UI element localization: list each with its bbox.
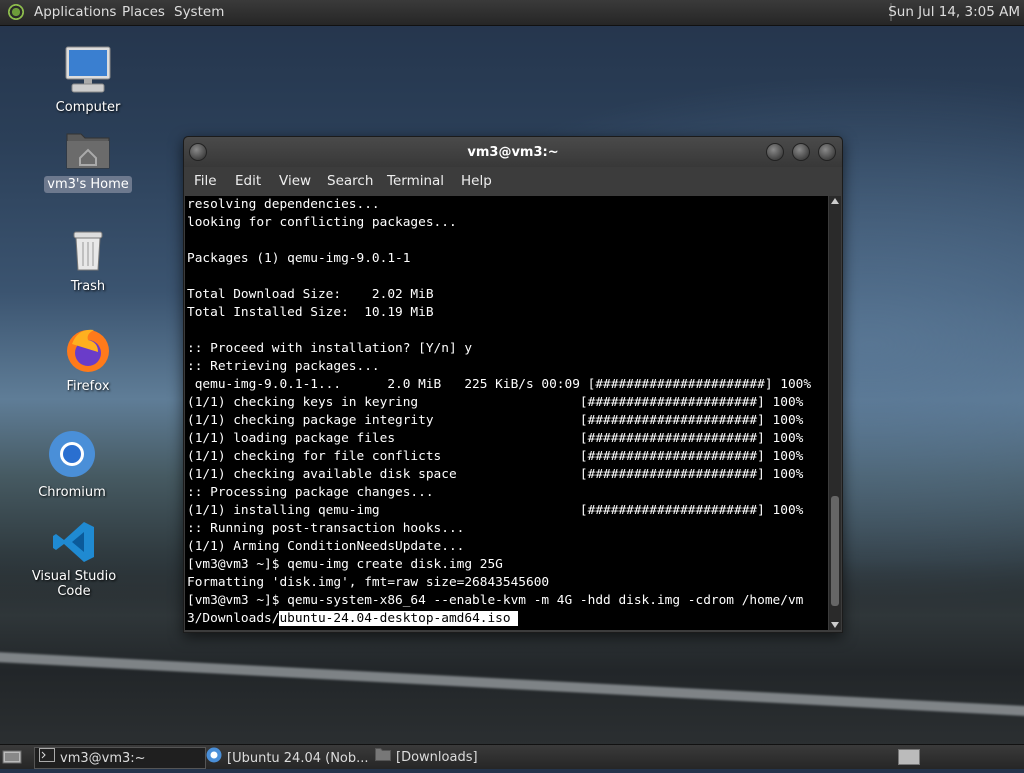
desktop-icon-home[interactable]: vm3's Home <box>28 128 148 193</box>
terminal-line: (1/1) checking available disk space [###… <box>187 467 804 482</box>
terminal-line: [vm3@vm3 ~]$ qemu-system-x86_64 --enable… <box>187 593 804 608</box>
terminal-line: (1/1) checking for file conflicts [#####… <box>187 449 804 464</box>
desktop-icon-label: Trash <box>70 279 106 294</box>
vscode-icon <box>52 520 96 564</box>
terminal-titlebar[interactable]: vm3@vm3:~ <box>184 137 842 167</box>
desktop-icon-firefox[interactable]: Firefox <box>28 326 148 395</box>
menu-terminal[interactable]: Terminal <box>387 173 444 189</box>
taskbar-item-label: vm3@vm3:~ <box>60 751 146 766</box>
path-prefix: 3/Downloads/ <box>187 611 280 626</box>
terminal-line: Packages (1) qemu-img-9.0.1-1 <box>187 251 411 266</box>
selected-text[interactable]: ubuntu-24.04-desktop-amd64.iso <box>279 611 511 626</box>
taskbar-item-chromium[interactable]: [Ubuntu 24.04 (Nob... <box>206 747 372 767</box>
terminal-menubar: File Edit View Search Terminal Help <box>184 167 842 196</box>
show-desktop-button[interactable] <box>2 747 24 767</box>
terminal-line: (1/1) installing qemu-img [#############… <box>187 503 804 518</box>
terminal-line: (1/1) Arming ConditionNeedsUpdate... <box>187 539 465 554</box>
menu-view[interactable]: View <box>279 173 311 189</box>
taskbar-item-label: [Ubuntu 24.04 (Nob... <box>227 751 369 766</box>
terminal-line: (1/1) checking keys in keyring [########… <box>187 395 804 410</box>
desktop-icon-label: Visual Studio Code <box>31 569 117 599</box>
workspace-icon <box>898 749 920 765</box>
places-menu[interactable]: Places <box>122 4 165 20</box>
terminal-icon <box>39 748 55 769</box>
terminal-line: (1/1) checking package integrity [######… <box>187 413 804 428</box>
desktop-icon-label: Firefox <box>66 379 110 394</box>
terminal-line: resolving dependencies... <box>187 197 380 212</box>
maximize-button[interactable] <box>792 143 810 161</box>
applications-menu[interactable]: Applications <box>34 4 116 20</box>
terminal-line: Formatting 'disk.img', fmt=raw size=2684… <box>187 575 550 590</box>
chromium-icon <box>48 430 96 480</box>
terminal-line: 3/Downloads/ubuntu-24.04-desktop-amd64.i… <box>185 610 828 628</box>
scroll-up-icon[interactable] <box>831 198 839 204</box>
minimize-button[interactable] <box>766 143 784 161</box>
computer-icon <box>64 45 112 95</box>
desktop-icon-trash[interactable]: Trash <box>28 228 148 295</box>
home-folder-icon <box>64 128 112 172</box>
clock[interactable]: Sun Jul 14, 3:05 AM <box>888 4 1020 20</box>
desktop-icon-label: Computer <box>55 100 121 115</box>
terminal-line: qemu-img-9.0.1-1... 2.0 MiB 225 KiB/s 00… <box>187 377 812 392</box>
top-panel: Applications Places System Sun Jul 14, 3… <box>0 0 1024 26</box>
menu-search[interactable]: Search <box>327 173 373 189</box>
scroll-down-icon[interactable] <box>831 622 839 628</box>
terminal-line: Total Download Size: 2.02 MiB <box>187 287 434 302</box>
close-button[interactable] <box>818 143 836 161</box>
terminal-line: looking for conflicting packages... <box>187 215 457 230</box>
terminal-output[interactable]: resolving dependencies... looking for con… <box>185 196 828 630</box>
folder-icon <box>375 747 391 768</box>
menu-edit[interactable]: Edit <box>235 173 261 189</box>
terminal-window[interactable]: vm3@vm3:~ File Edit View Search Terminal… <box>183 136 843 633</box>
distro-logo-icon[interactable] <box>8 4 24 20</box>
menu-help[interactable]: Help <box>461 173 492 189</box>
trash-icon <box>68 228 108 274</box>
menu-file[interactable]: File <box>194 173 217 189</box>
terminal-line: :: Retrieving packages... <box>187 359 380 374</box>
terminal-line: :: Proceed with installation? [Y/n] y <box>187 341 473 356</box>
desktop-icon-label: Chromium <box>38 485 106 500</box>
show-desktop-icon <box>2 750 22 764</box>
terminal-line: [vm3@vm3 ~]$ qemu-img create disk.img 25… <box>187 557 503 572</box>
taskbar-item-downloads[interactable]: [Downloads] <box>375 747 545 767</box>
desktop-icon-label: vm3's Home <box>44 176 132 193</box>
scrollbar-thumb[interactable] <box>831 496 839 606</box>
terminal-line: (1/1) loading package files [###########… <box>187 431 804 446</box>
terminal-line: :: Processing package changes... <box>187 485 434 500</box>
taskbar-item-terminal[interactable]: vm3@vm3:~ <box>34 747 206 769</box>
chromium-icon <box>206 747 222 770</box>
terminal-line: :: Running post-transaction hooks... <box>187 521 465 536</box>
firefox-icon <box>64 326 112 374</box>
desktop-icon-vscode[interactable]: Visual Studio Code <box>14 520 134 600</box>
taskbar-item-label: [Downloads] <box>396 750 478 765</box>
window-title: vm3@vm3:~ <box>467 145 559 160</box>
system-menu[interactable]: System <box>174 4 224 20</box>
terminal-scrollbar[interactable] <box>829 196 841 630</box>
bottom-panel: vm3@vm3:~ [Ubuntu 24.04 (Nob... [Downloa… <box>0 744 1024 769</box>
terminal-line: Total Installed Size: 10.19 MiB <box>187 305 434 320</box>
workspace-switcher[interactable] <box>898 747 920 767</box>
desktop-icon-chromium[interactable]: Chromium <box>12 430 132 501</box>
desktop-icon-computer[interactable]: Computer <box>28 45 148 116</box>
